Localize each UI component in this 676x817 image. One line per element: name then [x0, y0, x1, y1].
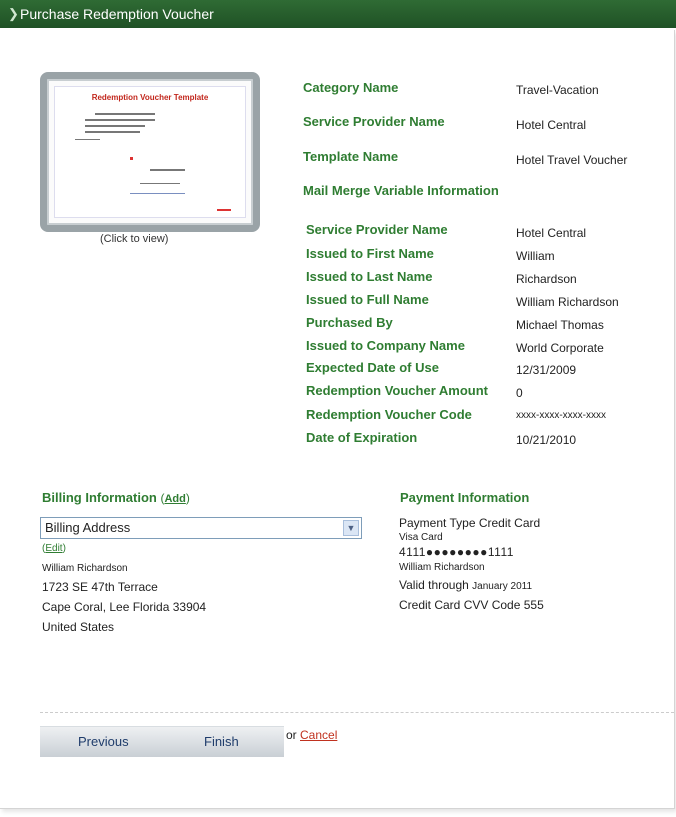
- thumbnail-line: [85, 131, 140, 133]
- merge-value: xxxx-xxxx-xxxx-xxxx: [516, 410, 606, 421]
- finish-button[interactable]: Finish: [204, 727, 239, 757]
- valid-through: Valid through January 2011: [399, 578, 532, 592]
- cvv-code: Credit Card CVV Code 555: [399, 598, 544, 612]
- thumbnail-line: [95, 113, 155, 115]
- billing-name: William Richardson: [42, 563, 128, 574]
- merge-value: Michael Thomas: [516, 318, 604, 332]
- card-holder: William Richardson: [399, 562, 485, 573]
- add-paren-close: ): [185, 491, 190, 505]
- merge-value: Richardson: [516, 272, 577, 286]
- wizard-button-bar: Previous Finish: [40, 726, 284, 757]
- merge-label: Redemption Voucher Code: [306, 407, 472, 422]
- card-number: 4111●●●●●●●●1111: [399, 545, 514, 559]
- merge-label: Redemption Voucher Amount: [306, 383, 488, 398]
- merge-value: 0: [516, 386, 523, 400]
- section-divider: [40, 712, 674, 713]
- payment-type: Payment Type Credit Card: [399, 516, 541, 530]
- or-text: or: [286, 728, 297, 742]
- card-type: Visa Card: [399, 532, 443, 543]
- merge-value: World Corporate: [516, 341, 604, 355]
- add-billing-link[interactable]: Add: [164, 493, 185, 505]
- previous-button[interactable]: Previous: [78, 727, 129, 757]
- detail-value: Travel-Vacation: [516, 83, 599, 97]
- page-title: Purchase Redemption Voucher: [20, 6, 214, 22]
- billing-city: Cape Coral, Lee Florida 33904: [42, 600, 207, 614]
- thumbnail-mark: [130, 157, 133, 160]
- cancel-link[interactable]: Cancel: [300, 728, 337, 742]
- page-header: ❯ Purchase Redemption Voucher: [0, 0, 676, 28]
- payment-title: Payment Information: [400, 490, 530, 505]
- billing-country: United States: [42, 620, 115, 634]
- merge-label: Date of Expiration: [306, 430, 418, 445]
- edit-billing: (Edit): [42, 543, 66, 554]
- detail-value: Hotel Travel Voucher: [516, 153, 628, 167]
- merge-label: Issued to Last Name: [306, 269, 433, 284]
- merge-label: Service Provider Name: [306, 222, 448, 237]
- thumbnail-line: [85, 125, 145, 127]
- merge-label: Issued to First Name: [306, 246, 434, 261]
- thumbnail-paper: Redemption Voucher Template: [54, 86, 246, 218]
- billing-address-select[interactable]: Billing Address ▼: [40, 517, 362, 539]
- merge-value: 12/31/2009: [516, 363, 577, 377]
- thumbnail-caption: (Click to view): [100, 233, 169, 245]
- merge-value: William: [516, 249, 555, 263]
- thumbnail-line: [140, 183, 180, 184]
- merge-value: Hotel Central: [516, 226, 587, 240]
- billing-title: Billing Information (Add): [42, 490, 190, 505]
- edit-paren-close: ): [62, 543, 66, 554]
- detail-value: Hotel Central: [516, 118, 587, 132]
- mail-merge-title: Mail Merge Variable Information: [303, 183, 499, 198]
- merge-label: Expected Date of Use: [306, 360, 439, 375]
- billing-street: 1723 SE 47th Terrace: [42, 580, 158, 594]
- chevron-right-icon: ❯: [8, 6, 19, 21]
- thumbnail-template-title: Redemption Voucher Template: [91, 93, 209, 102]
- valid-through-value: January 2011: [472, 581, 533, 592]
- billing-address-selected: Billing Address: [45, 520, 131, 535]
- billing-title-text: Billing Information: [42, 490, 157, 505]
- thumbnail-line: [150, 169, 185, 171]
- thumbnail-line: [130, 193, 185, 194]
- detail-label: Service Provider Name: [303, 114, 445, 129]
- voucher-template-thumbnail[interactable]: Redemption Voucher Template: [40, 72, 260, 232]
- thumbnail-line: [85, 119, 155, 121]
- merge-value: William Richardson: [516, 295, 619, 309]
- merge-label: Issued to Company Name: [306, 338, 465, 353]
- merge-label: Issued to Full Name: [306, 292, 429, 307]
- valid-through-label: Valid through: [399, 578, 469, 592]
- edit-billing-link[interactable]: Edit: [45, 543, 62, 554]
- merge-label: Purchased By: [306, 315, 393, 330]
- merge-value: 10/21/2010: [516, 433, 577, 447]
- chevron-down-icon[interactable]: ▼: [343, 520, 359, 536]
- thumbnail-mark: [217, 209, 231, 211]
- detail-label: Category Name: [303, 80, 399, 95]
- detail-label: Template Name: [303, 149, 399, 164]
- thumbnail-line: [75, 139, 100, 140]
